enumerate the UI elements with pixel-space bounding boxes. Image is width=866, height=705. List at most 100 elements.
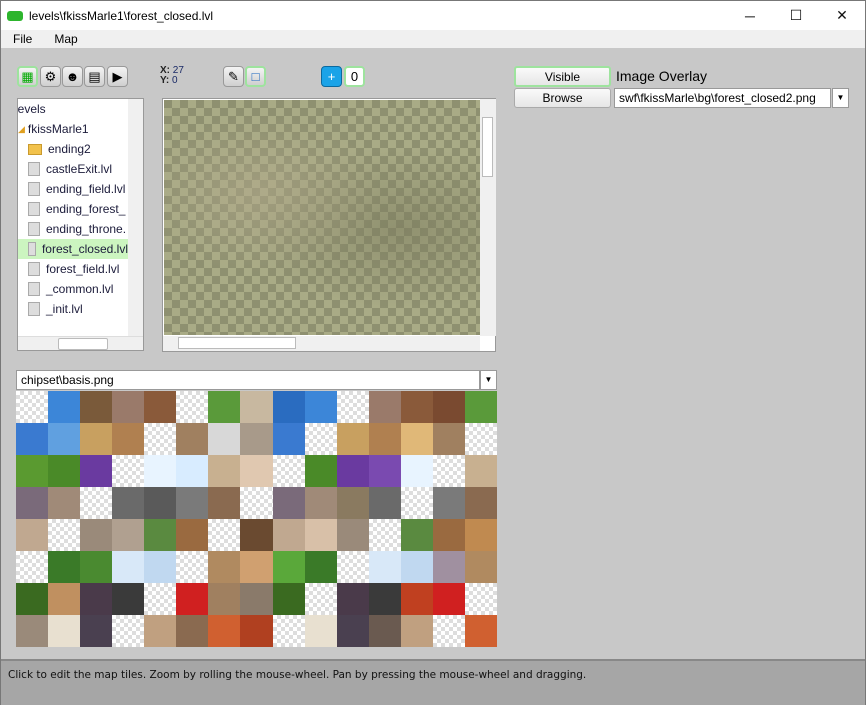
menu-file[interactable]: File (1, 30, 42, 48)
tile[interactable] (337, 391, 369, 423)
tile[interactable] (208, 551, 240, 583)
tile[interactable] (401, 487, 433, 519)
tile[interactable] (305, 455, 337, 487)
tile[interactable] (48, 487, 80, 519)
tile[interactable] (208, 583, 240, 615)
tile[interactable] (337, 551, 369, 583)
tile[interactable] (112, 455, 144, 487)
tile[interactable] (337, 487, 369, 519)
tile[interactable] (144, 583, 176, 615)
tile[interactable] (337, 455, 369, 487)
tile[interactable] (80, 519, 112, 551)
tile[interactable] (16, 455, 48, 487)
tile[interactable] (176, 551, 208, 583)
tile[interactable] (176, 487, 208, 519)
tile[interactable] (16, 519, 48, 551)
tile[interactable] (305, 519, 337, 551)
tile[interactable] (369, 519, 401, 551)
tile[interactable] (273, 551, 305, 583)
tile[interactable] (401, 455, 433, 487)
tile[interactable] (176, 583, 208, 615)
tree-root[interactable]: levels (17, 99, 46, 119)
tileset-palette[interactable] (16, 391, 497, 647)
tile[interactable] (80, 551, 112, 583)
tile[interactable] (208, 455, 240, 487)
tile[interactable] (465, 391, 497, 423)
menu-map[interactable]: Map (42, 30, 87, 48)
tile[interactable] (401, 615, 433, 647)
tile[interactable] (273, 519, 305, 551)
tile[interactable] (240, 391, 272, 423)
scroll-thumb[interactable] (178, 337, 296, 349)
add-layer-button[interactable]: + (321, 66, 342, 87)
tile[interactable] (433, 391, 465, 423)
tile[interactable] (337, 519, 369, 551)
tree-item[interactable]: ending_throne. (28, 219, 126, 239)
browse-button[interactable]: Browse (514, 88, 611, 108)
tile[interactable] (337, 423, 369, 455)
overlay-path-field[interactable]: swf\fkissMarle\bg\forest_closed2.png (614, 88, 831, 108)
chipset-dropdown-button[interactable]: ▼ (480, 370, 497, 390)
tile[interactable] (465, 615, 497, 647)
map-horizontal-scrollbar[interactable] (163, 336, 480, 351)
list-tool-button[interactable]: ▤ (84, 66, 105, 87)
tile[interactable] (433, 615, 465, 647)
tile[interactable] (144, 423, 176, 455)
visible-button[interactable]: Visible (514, 66, 611, 87)
tile[interactable] (16, 487, 48, 519)
tile[interactable] (208, 391, 240, 423)
tile[interactable] (273, 455, 305, 487)
tile[interactable] (401, 519, 433, 551)
tile[interactable] (176, 615, 208, 647)
tile[interactable] (112, 487, 144, 519)
chipset-select[interactable]: chipset\basis.png (16, 370, 480, 390)
tile[interactable] (401, 391, 433, 423)
tile[interactable] (369, 615, 401, 647)
tree-item-selected[interactable]: forest_closed.lvl (18, 239, 128, 259)
tile[interactable] (112, 391, 144, 423)
tile[interactable] (401, 583, 433, 615)
tile[interactable] (465, 423, 497, 455)
tile[interactable] (80, 391, 112, 423)
tile[interactable] (240, 519, 272, 551)
scroll-thumb[interactable] (482, 117, 493, 177)
tile[interactable] (465, 583, 497, 615)
tile[interactable] (369, 423, 401, 455)
tree-item[interactable]: castleExit.lvl (28, 159, 112, 179)
tile[interactable] (433, 583, 465, 615)
tile[interactable] (176, 423, 208, 455)
scroll-thumb[interactable] (58, 338, 108, 350)
tile[interactable] (465, 519, 497, 551)
play-button[interactable]: ▶ (107, 66, 128, 87)
tile[interactable] (208, 423, 240, 455)
tile[interactable] (144, 455, 176, 487)
tile[interactable] (273, 423, 305, 455)
tile[interactable] (240, 551, 272, 583)
close-button[interactable]: ✕ (819, 1, 865, 30)
tile[interactable] (240, 423, 272, 455)
tile[interactable] (48, 583, 80, 615)
tile-grid-tool-button[interactable]: ▦ (17, 66, 38, 87)
tile[interactable] (48, 423, 80, 455)
tile[interactable] (305, 487, 337, 519)
tile[interactable] (433, 487, 465, 519)
tree-item[interactable]: ending_forest_ (28, 199, 125, 219)
tile[interactable] (240, 455, 272, 487)
tile[interactable] (16, 551, 48, 583)
tile[interactable] (208, 615, 240, 647)
tree-item[interactable]: _common.lvl (28, 279, 113, 299)
tile[interactable] (144, 551, 176, 583)
tile[interactable] (369, 455, 401, 487)
tile[interactable] (208, 519, 240, 551)
tile[interactable] (465, 551, 497, 583)
tile[interactable] (208, 487, 240, 519)
tree-item[interactable]: _init.lvl (28, 299, 83, 319)
tile[interactable] (433, 551, 465, 583)
maximize-button[interactable]: ☐ (773, 1, 819, 30)
tile[interactable] (337, 615, 369, 647)
tile[interactable] (369, 551, 401, 583)
tile[interactable] (433, 519, 465, 551)
tile[interactable] (337, 583, 369, 615)
tile[interactable] (305, 583, 337, 615)
tile[interactable] (80, 487, 112, 519)
